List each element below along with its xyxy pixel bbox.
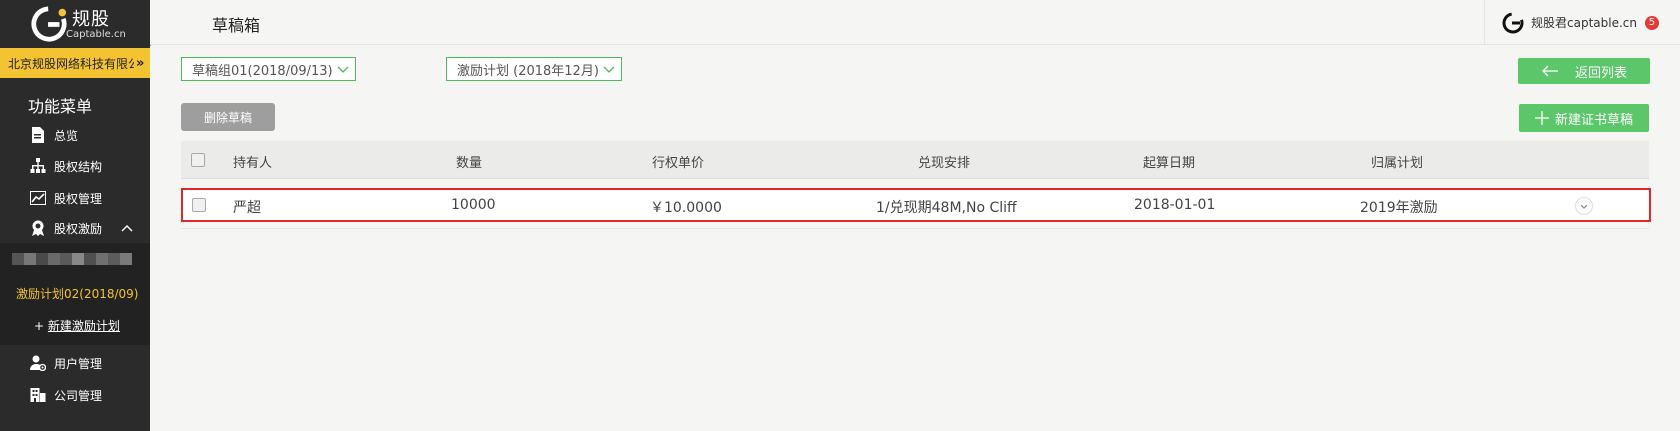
sidebar: 规股 Captable.cn 北京规股网络科技有限公司 » 功能菜单 总览 股权…	[0, 0, 150, 431]
trend-chart-icon	[30, 190, 46, 206]
chevron-down-icon	[603, 66, 615, 73]
company-name: 北京规股网络科技有限公司	[8, 56, 134, 71]
sidebar-item-equity-incentive[interactable]: 股权激励	[0, 213, 150, 243]
row-checkbox[interactable]	[192, 198, 206, 212]
logo[interactable]: 规股 Captable.cn	[0, 0, 150, 46]
menu-title: 功能菜单	[28, 97, 93, 116]
cell-vesting: 1/兑现期48M,No Cliff	[876, 200, 1017, 216]
award-ribbon-icon	[30, 220, 46, 236]
user-menu[interactable]: 规股君captable.cn 5	[1484, 0, 1680, 45]
double-chevron-right-icon: »	[136, 55, 145, 71]
company-switcher[interactable]: 北京规股网络科技有限公司 »	[0, 48, 150, 78]
sidebar-item-label: 用户管理	[54, 356, 103, 371]
redacted-text	[12, 253, 132, 265]
cell-vesting-plan: 2019年激励	[1360, 200, 1438, 216]
cell-exercise-price: ￥10.0000	[650, 200, 722, 216]
column-header-quantity: 数量	[456, 156, 483, 171]
brand-logo-icon	[1502, 12, 1524, 33]
submenu-plan-link[interactable]: 激励计划02(2018/09)	[16, 285, 139, 302]
incentive-submenu: 激励计划02(2018/09) + 新建激励计划	[0, 243, 150, 345]
sidebar-item-equity-structure[interactable]: 股权结构	[0, 151, 150, 181]
draft-group-select[interactable]: 草稿组01(2018/09/13)	[181, 57, 356, 81]
new-certificate-draft-label: 新建证书草稿	[1554, 112, 1633, 128]
sidebar-item-label: 股权结构	[54, 159, 103, 174]
column-header-vesting: 兑现安排	[918, 156, 971, 171]
column-header-exercise-price: 行权单价	[652, 156, 705, 171]
table-divider	[181, 228, 1649, 229]
sidebar-item-label: 公司管理	[54, 388, 103, 403]
sidebar-item-overview[interactable]: 总览	[0, 120, 150, 150]
new-certificate-draft-button[interactable]: 新建证书草稿	[1519, 104, 1649, 132]
plan-value: 激励计划 (2018年12月)	[457, 63, 599, 79]
column-header-vesting-plan: 归属计划	[1371, 156, 1424, 171]
new-plan-link[interactable]: + 新建激励计划	[34, 317, 120, 334]
select-all-checkbox[interactable]	[191, 153, 205, 167]
user-name: 规股君captable.cn	[1531, 16, 1637, 30]
sidebar-item-equity-management[interactable]: 股权管理	[0, 183, 150, 213]
cell-start-date: 2018-01-01	[1134, 197, 1216, 213]
back-to-list-button[interactable]: 返回列表	[1518, 58, 1650, 84]
org-chart-icon	[30, 158, 46, 174]
sidebar-item-company-management[interactable]: 公司管理	[0, 380, 150, 410]
new-plan-label: 新建激励计划	[47, 319, 120, 333]
sidebar-item-label: 总览	[54, 128, 79, 143]
brand-name: 规股	[72, 9, 110, 30]
expand-row-chevron-icon[interactable]	[1575, 197, 1593, 215]
company-building-icon	[30, 387, 46, 403]
document-icon	[30, 127, 46, 143]
page-title: 草稿箱	[212, 16, 261, 35]
chevron-down-icon	[337, 66, 349, 73]
user-gear-icon	[30, 355, 46, 371]
column-header-start-date: 起算日期	[1143, 156, 1196, 171]
column-header-holder: 持有人	[233, 156, 273, 171]
brand-domain: Captable.cn	[66, 29, 126, 40]
back-to-list-label: 返回列表	[1574, 65, 1627, 81]
delete-draft-label: 删除草稿	[203, 110, 252, 125]
plus-icon	[1534, 111, 1549, 125]
table-header: 持有人 数量 行权单价 兑现安排 起算日期 归属计划	[181, 141, 1649, 179]
sidebar-item-user-management[interactable]: 用户管理	[0, 348, 150, 378]
delete-draft-button[interactable]: 删除草稿	[181, 103, 275, 131]
plan-select[interactable]: 激励计划 (2018年12月)	[446, 57, 622, 81]
sidebar-item-label: 股权激励	[54, 221, 103, 236]
sidebar-item-label: 股权管理	[54, 191, 103, 206]
plus-text: +	[34, 319, 45, 333]
cell-holder: 严超	[233, 200, 261, 216]
notification-badge[interactable]: 5	[1644, 15, 1659, 30]
table-row[interactable]: 严超 10000 ￥10.0000 1/兑现期48M,No Cliff 2018…	[181, 188, 1651, 222]
draft-group-value: 草稿组01(2018/09/13)	[192, 63, 333, 79]
cell-quantity: 10000	[451, 197, 496, 213]
chevron-up-icon[interactable]	[120, 221, 134, 235]
arrow-left-icon	[1542, 65, 1558, 77]
topbar: 草稿箱 规股君captable.cn 5	[150, 0, 1680, 45]
brand-logo-icon	[31, 6, 67, 42]
